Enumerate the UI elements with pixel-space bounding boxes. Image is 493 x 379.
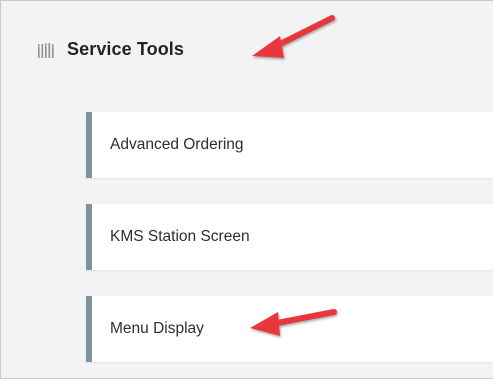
tool-item-advanced-ordering[interactable]: Advanced Ordering — [86, 112, 493, 178]
section-title: Service Tools — [67, 39, 185, 59]
annotation-arrow-icon — [250, 309, 337, 336]
service-tools-icon — [37, 41, 55, 59]
annotation-arrow-icon — [252, 15, 335, 58]
tool-item-label: Menu Display — [110, 320, 204, 337]
tool-item-label: Advanced Ordering — [110, 136, 244, 153]
section-header: Service Tools — [37, 39, 184, 60]
tool-item-label: KMS Station Screen — [110, 228, 250, 245]
tool-item-kms-station-screen[interactable]: KMS Station Screen — [86, 204, 493, 270]
